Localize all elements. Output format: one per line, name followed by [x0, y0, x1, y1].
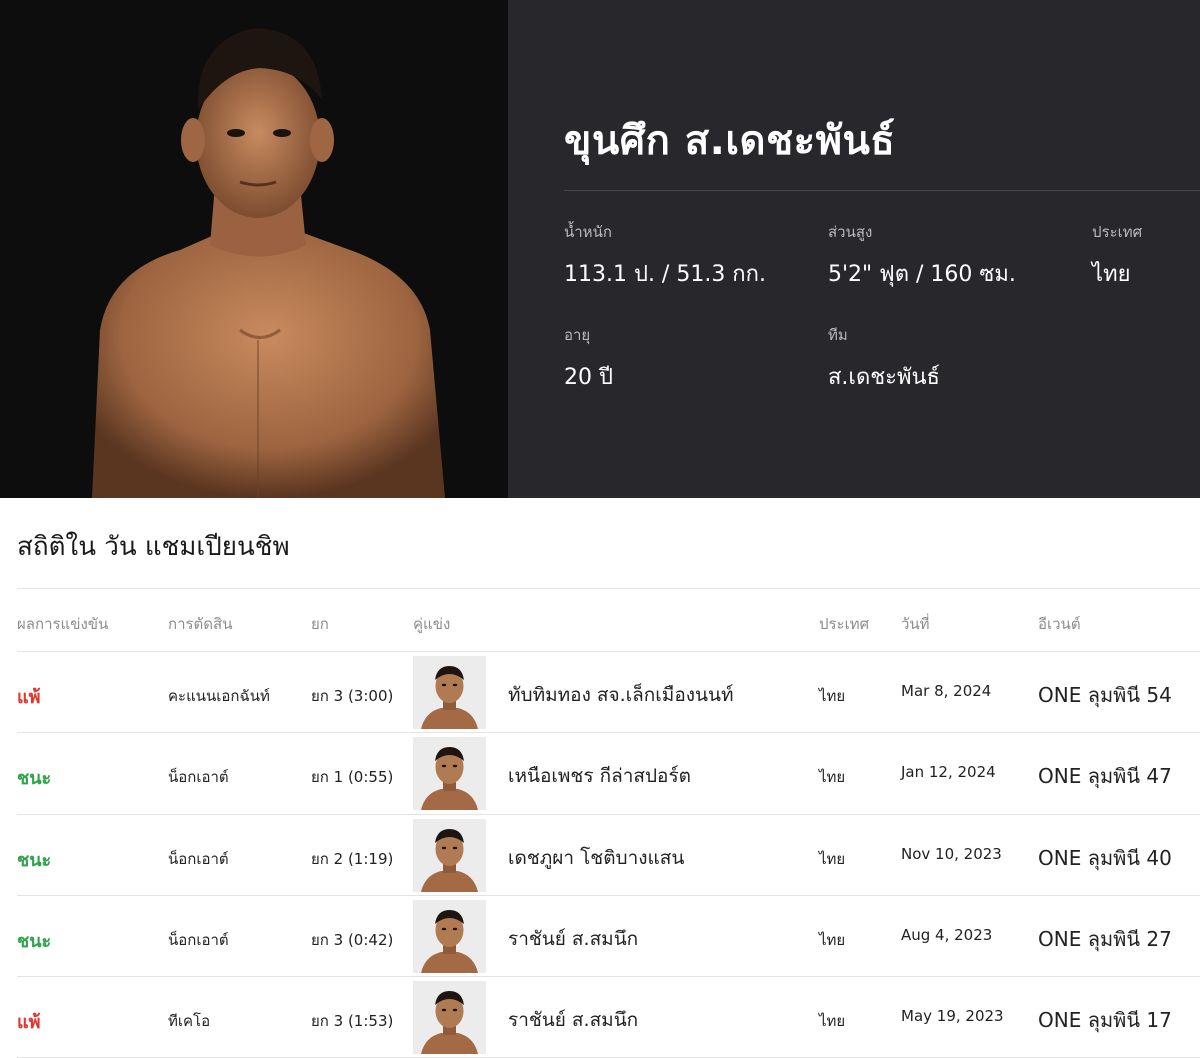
stat-age: อายุ 20 ปี	[564, 323, 613, 394]
opponent-name-link[interactable]: เดชภูผา โชติบางแสน	[508, 843, 684, 873]
height-value: 5'2" ฟุต / 160 ซม.	[828, 262, 1016, 287]
event-link[interactable]: ONE ลุมพินี 27	[1038, 923, 1172, 955]
team-label: ทีม	[828, 326, 848, 344]
stat-height: ส่วนสูง 5'2" ฟุต / 160 ซม.	[828, 220, 1016, 291]
header-round: ยก	[311, 615, 329, 633]
table-row[interactable]: แพ้ คะแนนเอกฉันท์ ยก 3 (3:00) ทับทิมทอง สจ.…	[17, 652, 1200, 734]
event-link[interactable]: ONE ลุมพินี 17	[1038, 1004, 1172, 1036]
stat-weight: น้ำหนัก 113.1 ป. / 51.3 กก.	[564, 220, 766, 291]
event-link[interactable]: ONE ลุมพินี 47	[1038, 760, 1172, 792]
opponent-avatar[interactable]	[413, 899, 486, 973]
age-value: 20 ปี	[564, 365, 613, 390]
date-cell: Aug 4, 2023	[901, 925, 993, 944]
country-cell: ไทย	[819, 768, 846, 787]
opponent-name-link[interactable]: ทับทิมทอง สจ.เล็กเมืองนนท์	[508, 680, 734, 710]
method-cell: น็อกเอาต์	[168, 768, 229, 787]
round-cell: ยก 3 (3:00)	[311, 687, 394, 705]
table-row[interactable]: แพ้ ทีเคโอ ยก 3 (1:53) ราชันย์ ส.สมนึก ไทย Ma…	[17, 977, 1200, 1058]
header-date: วันที่	[901, 615, 930, 633]
header-event: อีเวนต์	[1038, 615, 1081, 633]
opponent-avatar[interactable]	[413, 981, 486, 1055]
weight-label: น้ำหนัก	[564, 223, 612, 241]
round-cell: ยก 3 (1:53)	[311, 1012, 394, 1031]
record-section-title: สถิติใน วัน แชมเปียนชิพ	[17, 532, 290, 562]
date-cell: May 19, 2023	[901, 1007, 1004, 1026]
height-label: ส่วนสูง	[828, 223, 873, 241]
team-value: ส.เดชะพันธ์	[828, 365, 940, 390]
table-body: แพ้ คะแนนเอกฉันท์ ยก 3 (3:00) ทับทิมทอง สจ.…	[17, 652, 1200, 1058]
fighter-name: ขุนศึก ส.เดชะพันธ์	[564, 118, 896, 164]
date-cell: Mar 8, 2024	[901, 682, 992, 700]
opponent-avatar[interactable]	[413, 737, 486, 811]
age-label: อายุ	[564, 326, 591, 344]
country-cell: ไทย	[819, 687, 846, 705]
date-cell: Jan 12, 2024	[901, 763, 996, 782]
header-opponent: คู่แข่ง	[413, 615, 451, 633]
table-row[interactable]: ชนะ น็อกเอาต์ ยก 2 (1:19) เดชภูผา โชติบางแส…	[17, 815, 1200, 896]
header-method: การตัดสิน	[168, 615, 233, 633]
opponent-name-link[interactable]: ราชันย์ ส.สมนึก	[508, 1005, 638, 1035]
opponent-avatar[interactable]	[413, 818, 486, 892]
country-label: ประเทศ	[1092, 223, 1143, 241]
table-row[interactable]: ชนะ น็อกเอาต์ ยก 3 (0:42) ราชันย์ ส.สมนึก ไท…	[17, 896, 1200, 978]
fighter-photo	[0, 0, 508, 498]
date-cell: Nov 10, 2023	[901, 844, 1002, 863]
event-link[interactable]: ONE ลุมพินี 40	[1038, 842, 1172, 874]
opponent-name-link[interactable]: เหนือเพชร กีล่าสปอร์ต	[508, 761, 691, 791]
opponent-name-link[interactable]: ราชันย์ ส.สมนึก	[508, 924, 638, 954]
result-badge: ชนะ	[17, 930, 52, 952]
table-row[interactable]: ชนะ น็อกเอาต์ ยก 1 (0:55) เหนือเพชร กีล่าสป…	[17, 733, 1200, 815]
method-cell: ทีเคโอ	[168, 1012, 211, 1031]
result-badge: ชนะ	[17, 768, 52, 790]
result-badge: แพ้	[17, 687, 41, 708]
fighter-portrait-image	[92, 28, 445, 498]
stat-country: ประเทศ ไทย	[1092, 220, 1142, 291]
round-cell: ยก 1 (0:55)	[311, 768, 394, 787]
round-cell: ยก 2 (1:19)	[311, 849, 394, 868]
country-cell: ไทย	[819, 930, 846, 949]
divider	[564, 190, 1200, 191]
table-header: ผลการแข่งขัน การตัดสิน ยก คู่แข่ง ประเทศ…	[17, 588, 1200, 652]
weight-value: 113.1 ป. / 51.3 กก.	[564, 262, 766, 287]
country-cell: ไทย	[819, 1012, 846, 1031]
fighter-info-panel: ขุนศึก ส.เดชะพันธ์ น้ำหนัก 113.1 ป. / 51…	[508, 0, 1200, 498]
header-country: ประเทศ	[819, 615, 870, 633]
fighter-hero: ขุนศึก ส.เดชะพันธ์ น้ำหนัก 113.1 ป. / 51…	[0, 0, 1200, 498]
stat-team: ทีม ส.เดชะพันธ์	[828, 323, 940, 394]
header-result: ผลการแข่งขัน	[17, 615, 109, 633]
opponent-avatar[interactable]	[413, 656, 486, 729]
fight-record-table: ผลการแข่งขัน การตัดสิน ยก คู่แข่ง ประเทศ…	[17, 588, 1200, 1058]
method-cell: น็อกเอาต์	[168, 849, 229, 868]
country-value: ไทย	[1092, 262, 1131, 287]
event-link[interactable]: ONE ลุมพินี 54	[1038, 679, 1172, 711]
country-cell: ไทย	[819, 849, 846, 868]
round-cell: ยก 3 (0:42)	[311, 930, 394, 949]
method-cell: คะแนนเอกฉันท์	[168, 687, 270, 705]
method-cell: น็อกเอาต์	[168, 930, 229, 949]
result-badge: ชนะ	[17, 849, 52, 871]
result-badge: แพ้	[17, 1012, 41, 1034]
